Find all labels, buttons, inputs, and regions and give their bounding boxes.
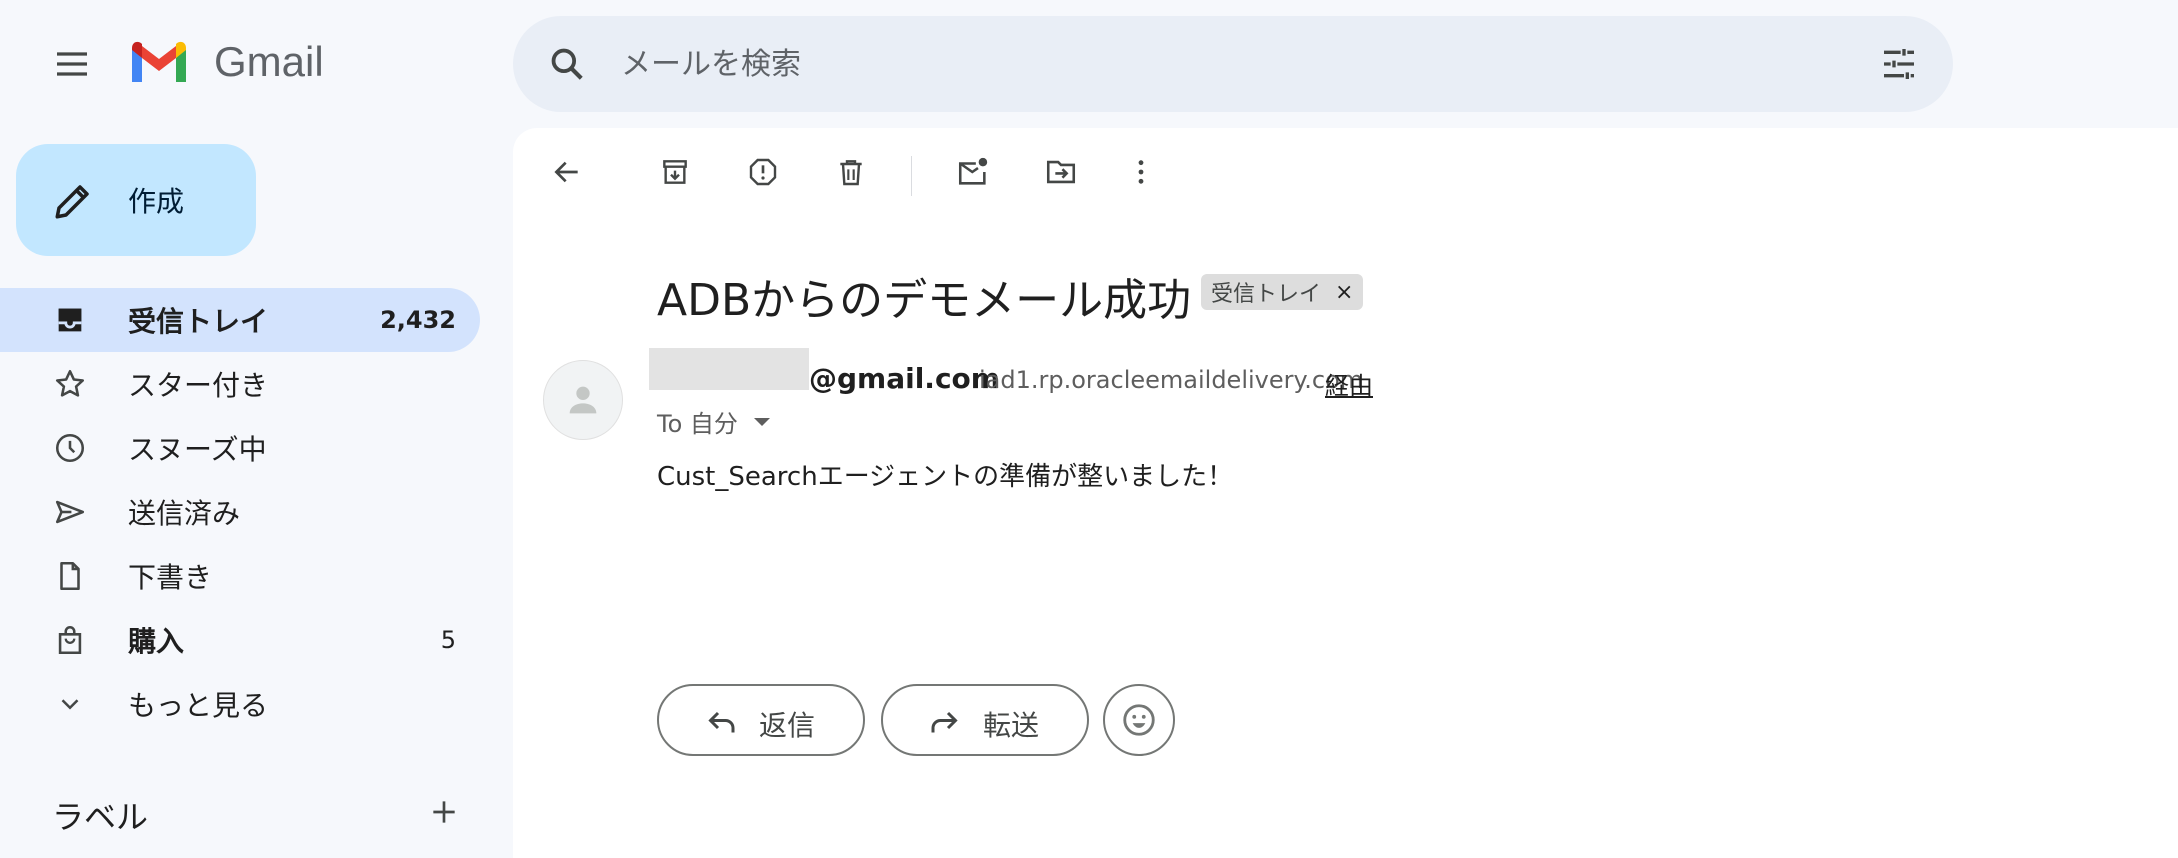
sidebar-item-label: 下書き [128, 561, 213, 594]
sidebar-item-label: もっと見る [128, 689, 269, 722]
reply-button[interactable]: 返信 [657, 684, 865, 756]
compose-button[interactable]: 作成 [16, 144, 256, 256]
caret-down-icon [753, 417, 770, 426]
label-chip-text: 受信トレイ [1211, 282, 1322, 307]
labels-heading: ラベル [52, 798, 149, 836]
main-menu-button[interactable] [42, 34, 102, 94]
more-options-button[interactable] [1117, 148, 1165, 196]
search-bar [513, 16, 1953, 112]
forward-button[interactable]: 転送 [881, 684, 1089, 756]
search-options-button[interactable] [1875, 40, 1923, 88]
sidebar-item-starred[interactable]: スター付き [0, 352, 480, 416]
sender-email[interactable]: @gmail.com [809, 362, 1000, 395]
sidebar-item-more[interactable]: もっと見る [0, 672, 480, 736]
sidebar-item-label: 送信済み [128, 497, 241, 530]
recipient-details-toggle[interactable]: To 自分 [657, 404, 770, 439]
sidebar-item-purchases[interactable]: 購入 5 [0, 608, 480, 672]
unread-count: 5 [440, 626, 456, 654]
inbox-icon [52, 302, 88, 338]
emoji-reaction-button[interactable] [1103, 684, 1175, 756]
search-button[interactable] [543, 40, 591, 88]
message-subject: ADBからのデモメール成功 [657, 275, 1192, 326]
archive-button[interactable] [651, 148, 699, 196]
toolbar-divider [911, 156, 912, 196]
redacted-sender-name [649, 348, 809, 390]
message-view: ADBからのデモメール成功 受信トレイ × @gmail.com iad1.rp… [513, 128, 2178, 858]
back-button[interactable] [543, 148, 591, 196]
smiley-icon [1123, 704, 1155, 736]
shopping-bag-icon [52, 622, 88, 658]
gmail-logo[interactable]: Gmail [128, 38, 324, 86]
person-icon [569, 386, 597, 414]
sidebar-item-sent[interactable]: 送信済み [0, 480, 480, 544]
send-icon [52, 494, 88, 530]
reply-icon [708, 711, 735, 733]
remove-label-button[interactable]: × [1335, 280, 1353, 305]
pencil-icon [55, 185, 89, 219]
label-chip-inbox: 受信トレイ × [1201, 274, 1364, 310]
app-name: Gmail [214, 38, 324, 85]
via-domain: iad1.rp.oracleemaildelivery.com [979, 366, 1364, 394]
message-body: Cust_Searchエージェントの準備が整いました！ [657, 462, 1234, 492]
search-input[interactable] [621, 34, 1771, 94]
sidebar-item-label: スター付き [128, 369, 269, 402]
mark-unread-icon [958, 157, 988, 185]
delete-icon [840, 160, 862, 186]
plus-icon [433, 801, 455, 823]
clock-icon [52, 430, 88, 466]
hamburger-menu-icon [57, 52, 87, 76]
unread-count: 2,432 [380, 306, 456, 334]
tune-icon [1884, 49, 1914, 79]
gmail-m-icon [132, 41, 186, 82]
sidebar-nav: 受信トレイ 2,432 スター付き スヌーズ中 送信済み 下書き 購入 5 もっ… [0, 288, 480, 736]
sidebar-item-snoozed[interactable]: スヌーズ中 [0, 416, 480, 480]
sidebar-item-inbox[interactable]: 受信トレイ 2,432 [0, 288, 480, 352]
sidebar-item-label: 受信トレイ [128, 305, 269, 338]
file-icon [52, 558, 88, 594]
move-to-icon [1046, 160, 1076, 184]
delete-button[interactable] [827, 148, 875, 196]
back-icon [554, 161, 578, 183]
to-text: To 自分 [657, 410, 738, 438]
search-icon [551, 48, 583, 80]
move-to-button[interactable] [1037, 148, 1085, 196]
sender-avatar[interactable] [543, 360, 623, 440]
mark-unread-button[interactable] [949, 148, 997, 196]
add-label-button[interactable] [424, 792, 464, 832]
compose-label: 作成 [128, 185, 185, 218]
forward-label: 転送 [983, 709, 1040, 742]
sidebar-item-drafts[interactable]: 下書き [0, 544, 480, 608]
forward-icon [931, 711, 958, 733]
reply-label: 返信 [759, 709, 816, 742]
sidebar-item-label: スヌーズ中 [128, 433, 267, 466]
sidebar-item-label: 購入 [128, 625, 185, 658]
report-spam-button[interactable] [739, 148, 787, 196]
via-link[interactable]: 経由 [1325, 366, 1373, 401]
report-spam-icon [749, 158, 777, 186]
chevron-down-icon [52, 686, 88, 722]
star-icon [52, 366, 88, 402]
archive-icon [663, 160, 687, 184]
more-vert-icon [1138, 160, 1144, 184]
